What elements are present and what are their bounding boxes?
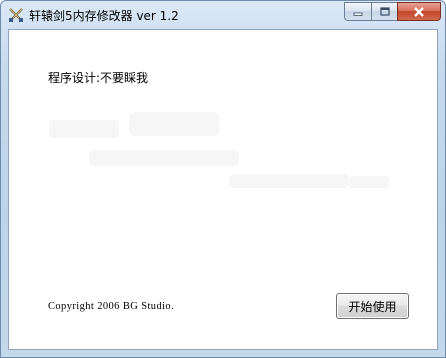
caption-buttons xyxy=(344,2,441,21)
app-window: 轩辕剑5内存修改器 ver 1.2 程序设计:不要睬我 Copyright 20… xyxy=(0,0,446,358)
start-button[interactable]: 开始使用 xyxy=(336,293,409,319)
client-area: 程序设计:不要睬我 Copyright 2006 BG Studio. 开始使用 xyxy=(8,29,438,350)
copyright-text: Copyright 2006 BG Studio. xyxy=(48,301,175,312)
close-button[interactable] xyxy=(397,2,441,21)
watermark-graphic xyxy=(49,112,389,188)
maximize-icon xyxy=(379,6,390,16)
window-title: 轩辕剑5内存修改器 ver 1.2 xyxy=(29,9,179,23)
author-label: 程序设计:不要睬我 xyxy=(48,71,149,85)
close-icon xyxy=(414,6,424,17)
minimize-icon xyxy=(353,12,363,16)
title-bar[interactable]: 轩辕剑5内存修改器 ver 1.2 xyxy=(1,1,445,29)
crossed-swords-icon[interactable] xyxy=(7,6,25,24)
maximize-button[interactable] xyxy=(371,2,397,21)
minimize-button[interactable] xyxy=(344,2,371,21)
